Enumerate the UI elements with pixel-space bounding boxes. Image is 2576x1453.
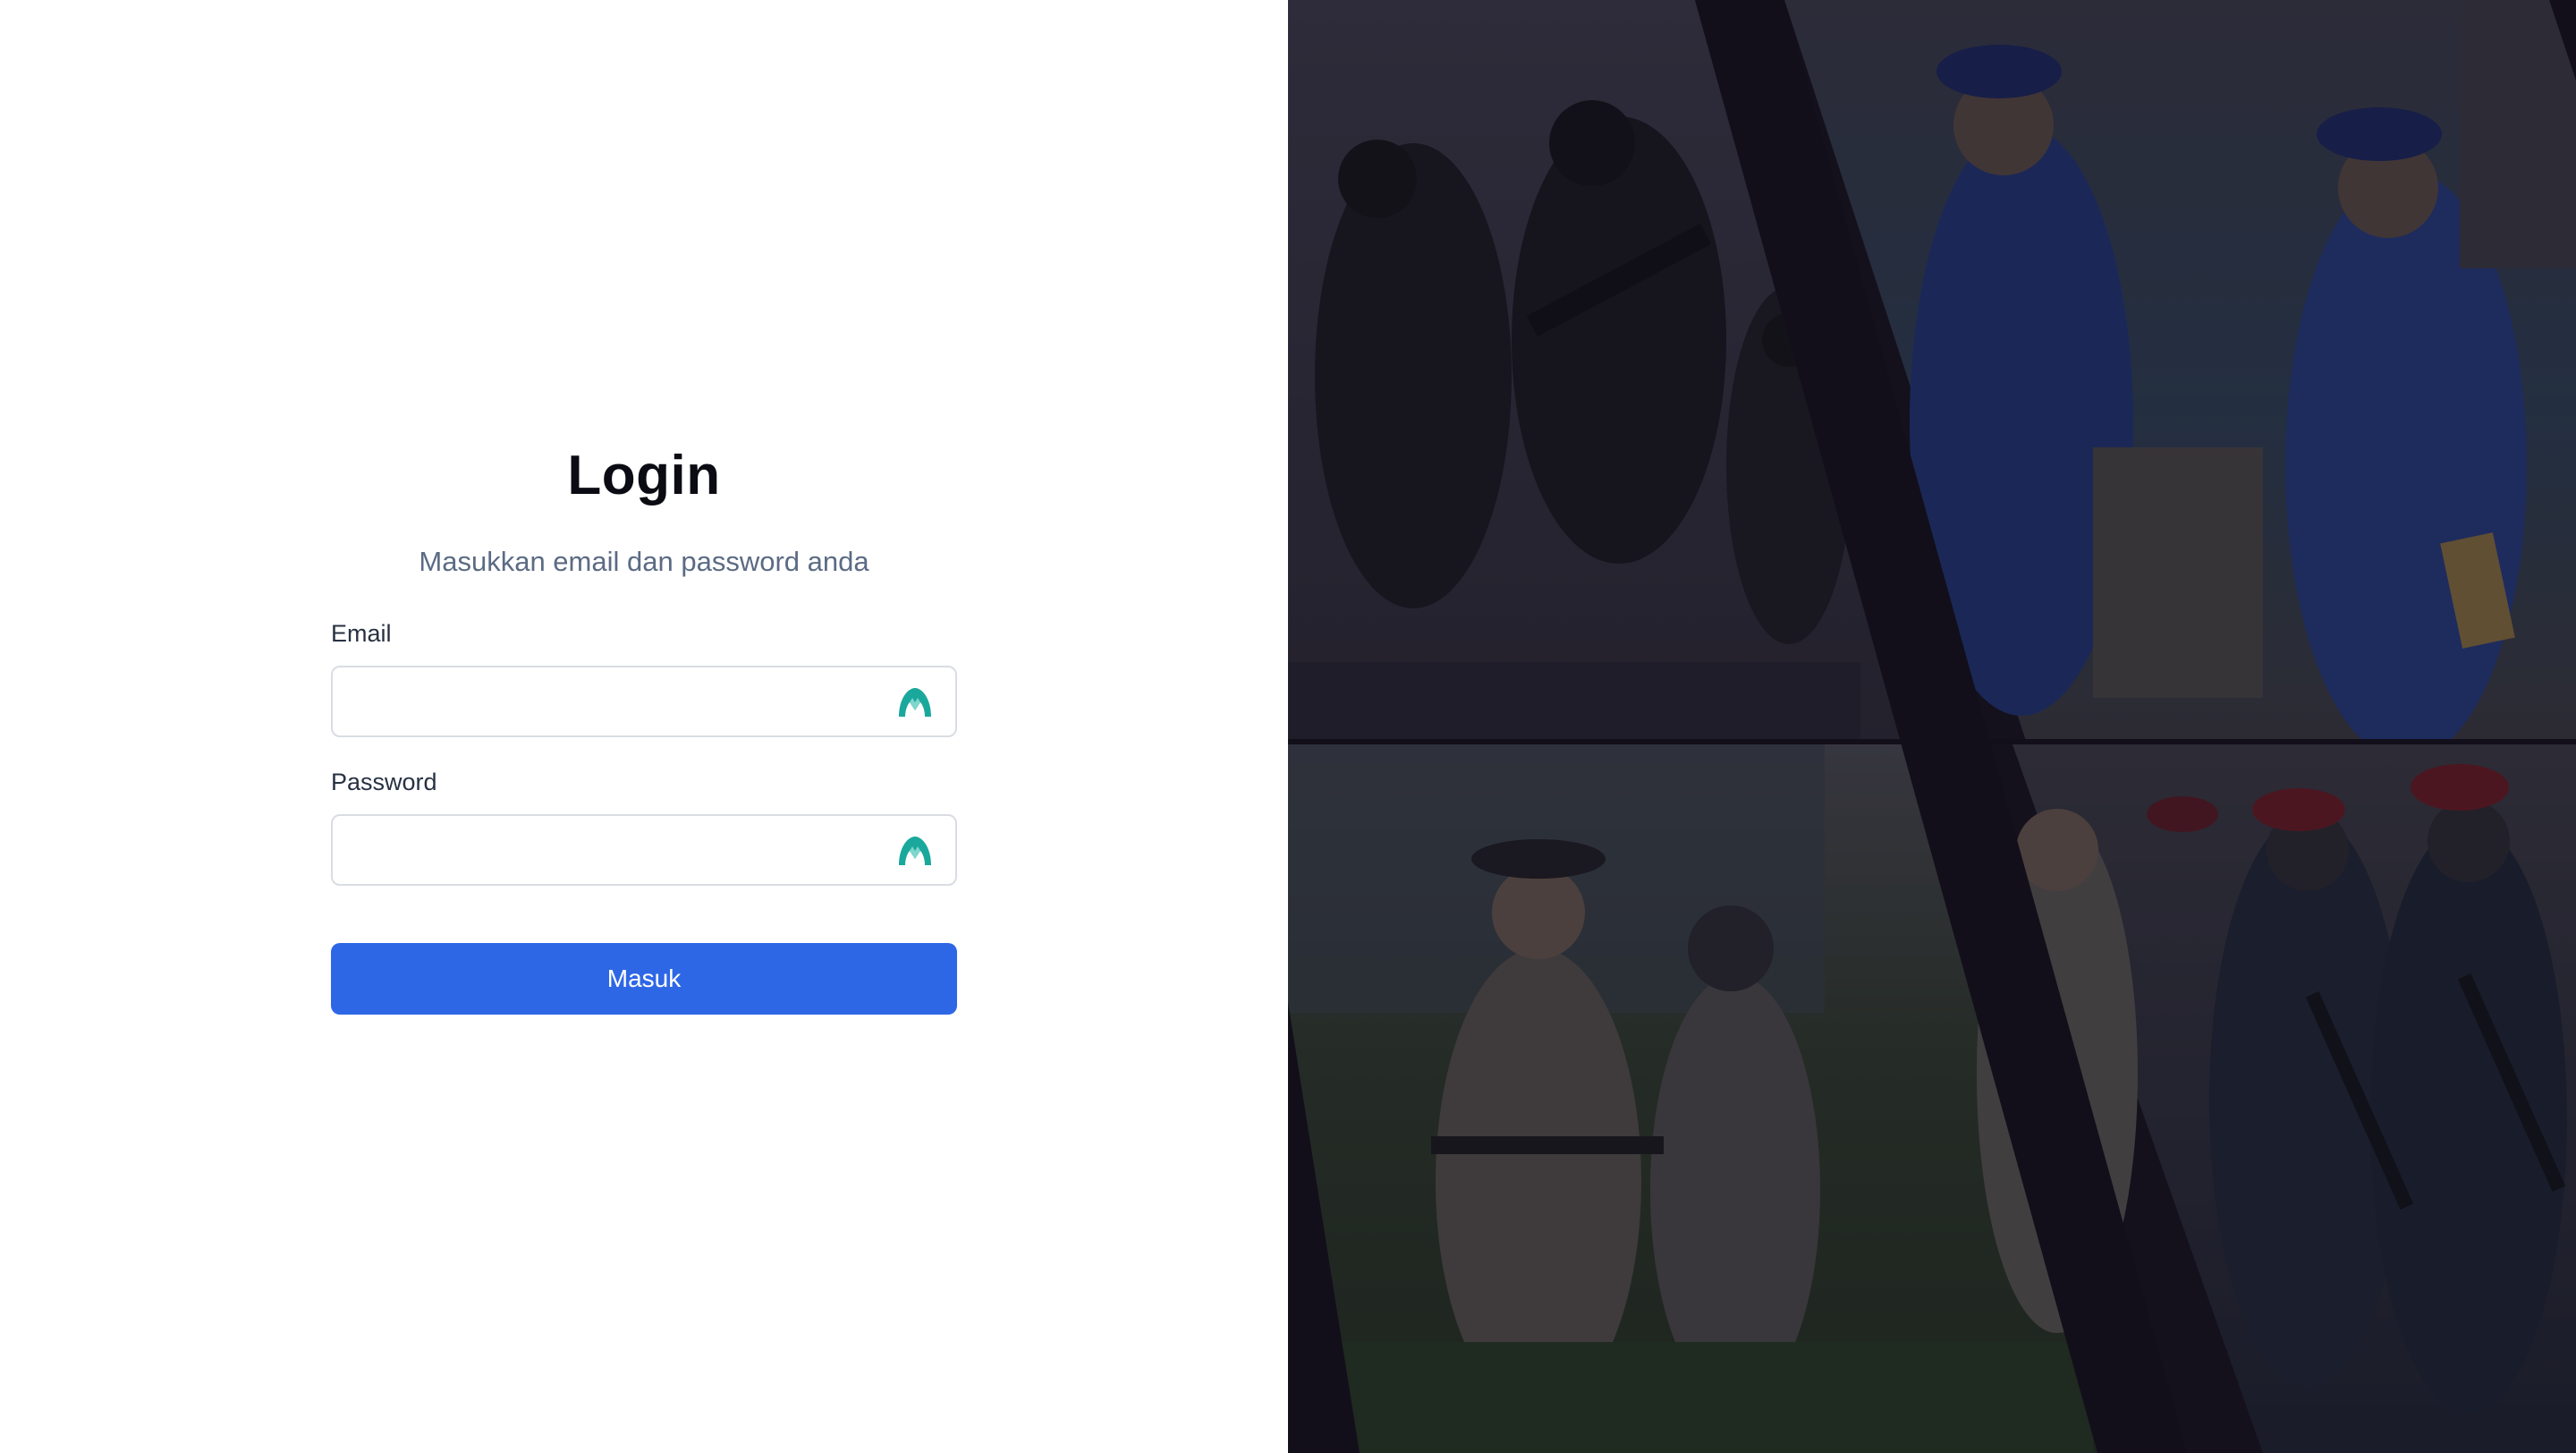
collage-graphic	[1288, 0, 2576, 1453]
page-title: Login	[567, 445, 721, 506]
login-page: Login Masukkan email dan password anda E…	[0, 0, 2576, 1453]
password-field-wrapper	[331, 814, 957, 886]
collage-horizontal-divider	[1288, 739, 2576, 744]
password-manager-icon[interactable]	[896, 683, 934, 720]
password-field[interactable]	[333, 816, 955, 884]
password-label: Password	[331, 769, 437, 795]
login-panel: Login Masukkan email dan password anda E…	[0, 0, 1288, 1453]
login-form: Login Masukkan email dan password anda E…	[331, 438, 957, 1015]
photo-collage	[1288, 0, 2576, 1453]
login-submit-button[interactable]: Masuk	[331, 943, 957, 1015]
email-field-wrapper	[331, 666, 957, 737]
email-label: Email	[331, 620, 392, 647]
page-subtitle: Masukkan email dan password anda	[419, 546, 869, 577]
email-field[interactable]	[333, 667, 955, 735]
password-manager-icon[interactable]	[896, 831, 934, 869]
